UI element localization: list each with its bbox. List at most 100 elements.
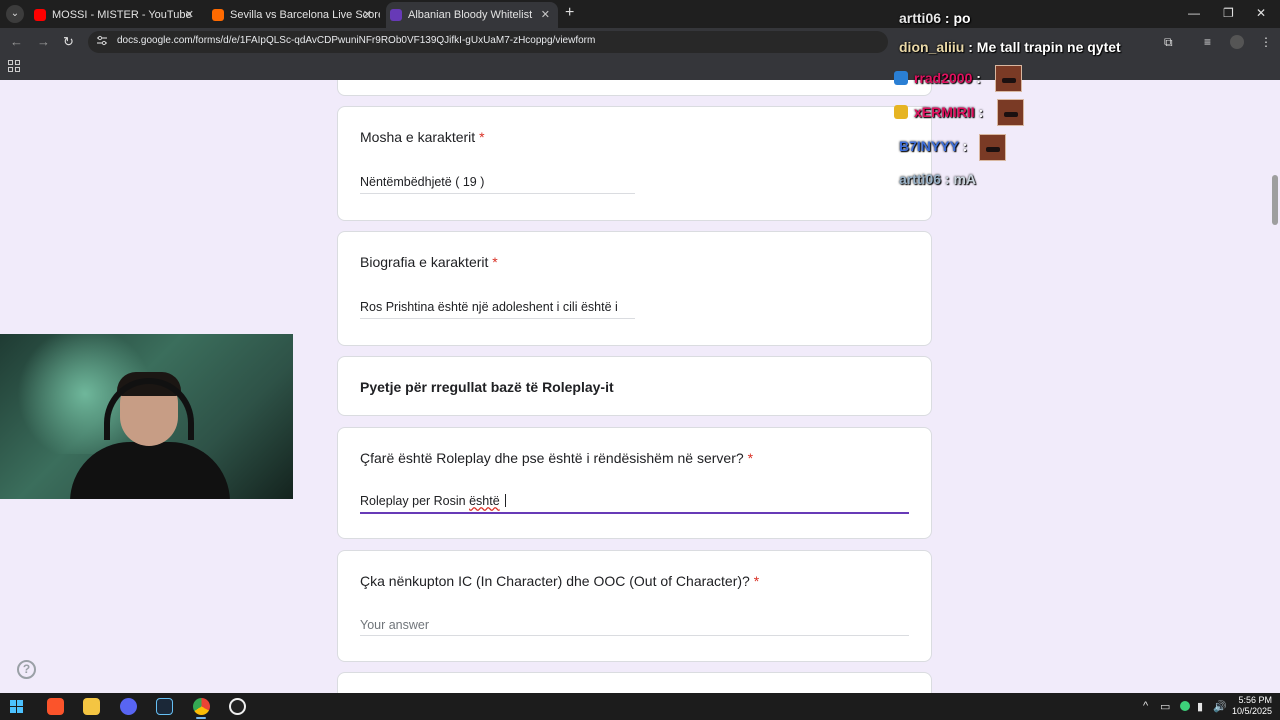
question-text: Çfarë është Roleplay dhe pse është i rën… <box>360 450 744 466</box>
chat-username: B7INYYY <box>899 138 959 154</box>
clock-time: 5:56 PM <box>1238 695 1272 705</box>
chat-separator: : <box>968 39 973 55</box>
chat-username: artti06 <box>899 10 942 26</box>
chat-separator: : <box>978 104 984 120</box>
chat-text: Me tall trapin ne qytet <box>976 39 1121 55</box>
close-icon[interactable]: ✕ <box>363 2 372 28</box>
chat-separator: : <box>976 70 981 86</box>
answer-input-ic-ooc[interactable]: Your answer <box>360 618 429 632</box>
answer-input-roleplay[interactable]: Roleplay per Rosin është <box>360 494 507 508</box>
volume-icon[interactable]: 🔊 <box>1213 700 1227 713</box>
address-bar[interactable]: docs.google.com/forms/d/e/1FAIpQLSc-qdAv… <box>88 31 888 53</box>
clock-date: 10/5/2025 <box>1231 706 1272 716</box>
question-title: Çka nënkupton IC (In Character) dhe OOC … <box>360 573 759 589</box>
youtube-icon <box>34 9 46 21</box>
misspelled-word: është <box>469 494 500 508</box>
browser-tabstrip: ⌄ MOSSI - MISTER - YouTube ✕ Sevilla vs … <box>0 0 1280 28</box>
chat-message: rrad2000 : <box>914 70 981 86</box>
input-underline <box>360 193 635 194</box>
reload-icon[interactable]: ↻ <box>63 34 74 50</box>
question-text: Biografia e karakterit <box>360 254 489 270</box>
chat-username: xERMIRII <box>914 104 975 120</box>
fivem-icon[interactable] <box>229 698 246 715</box>
question-card-biography: Biografia e karakterit * Ros Prishtina ë… <box>337 231 932 346</box>
question-card-ic-ooc: Çka nënkupton IC (In Character) dhe OOC … <box>337 550 932 662</box>
chat-message: B7INYYY : <box>899 138 967 154</box>
answer-input-age[interactable]: Nëntëmbëdhjetë ( 19 ) <box>360 175 484 189</box>
extensions-icon[interactable]: ⧉ <box>1164 35 1178 49</box>
help-icon[interactable]: ? <box>17 660 36 679</box>
prime-badge-icon <box>894 71 908 85</box>
chat-separator: : <box>944 171 950 187</box>
text-caret <box>505 494 507 507</box>
chat-text: po <box>953 10 971 26</box>
chrome-icon[interactable] <box>193 698 210 715</box>
question-title: Biografia e karakterit * <box>360 254 498 270</box>
apps-icon[interactable] <box>8 60 20 72</box>
taskbar-clock[interactable]: 5:56 PM 10/5/2025 <box>1232 695 1272 717</box>
input-underline <box>360 318 635 319</box>
page-scrollbar[interactable] <box>1272 175 1278 225</box>
section-header-card: Pyetje për rregullat bazë të Roleplay-it <box>337 356 932 416</box>
tab-google-form[interactable]: Albanian Bloody Whitelist ✕ <box>386 2 558 28</box>
windows-taskbar: ^ ▭ ▮ 🔊 5:56 PM 10/5/2025 <box>0 693 1280 720</box>
chat-separator: : <box>962 138 968 154</box>
minimize-icon[interactable]: — <box>1188 6 1200 20</box>
status-dot-icon[interactable] <box>1180 701 1190 711</box>
tab-search-button[interactable]: ⌄ <box>6 5 24 23</box>
emote-icon <box>995 65 1022 92</box>
livescore-icon <box>212 9 224 21</box>
answer-text-end <box>500 494 503 508</box>
bookmarks-bar <box>0 56 1280 80</box>
emote-icon <box>979 134 1006 161</box>
question-card-roleplay: Çfarë është Roleplay dhe pse është i rën… <box>337 427 932 539</box>
file-explorer-icon[interactable] <box>83 698 100 715</box>
window-close-icon[interactable]: ✕ <box>1256 6 1266 20</box>
chevron-up-icon[interactable]: ^ <box>1143 700 1148 712</box>
steam-icon[interactable] <box>156 698 173 715</box>
new-tab-button[interactable]: + <box>565 4 574 22</box>
tab-label: Sevilla vs Barcelona Live Scores <box>230 9 380 21</box>
windows-start-icon[interactable] <box>10 700 23 713</box>
webcam-overlay <box>0 334 293 499</box>
question-text: Çka nënkupton IC (In Character) dhe OOC … <box>360 573 750 589</box>
tab-youtube[interactable]: MOSSI - MISTER - YouTube ✕ <box>30 2 202 28</box>
section-title: Pyetje për rregullat bazë të Roleplay-it <box>360 379 614 395</box>
forward-icon[interactable]: → <box>37 34 50 49</box>
chat-message: artti06 : mA <box>899 171 976 187</box>
chat-username: artti06 <box>899 171 942 187</box>
site-info-icon[interactable] <box>96 35 108 47</box>
tray-app-icon[interactable]: ▭ <box>1160 700 1170 713</box>
emote-icon <box>997 99 1024 126</box>
question-title: Mosha e karakterit * <box>360 129 485 145</box>
input-underline <box>360 635 909 636</box>
tab-label: Albanian Bloody Whitelist <box>408 9 533 21</box>
back-icon[interactable]: ← <box>10 34 23 49</box>
close-icon[interactable]: ✕ <box>541 2 550 28</box>
answer-input-biography[interactable]: Ros Prishtina është një adoleshent i cil… <box>360 300 618 314</box>
answer-text: Roleplay per Rosin <box>360 494 470 508</box>
chat-username: rrad2000 <box>914 70 973 86</box>
brave-icon[interactable] <box>47 698 64 715</box>
media-icon[interactable]: ≡ <box>1204 35 1218 49</box>
required-asterisk: * <box>479 129 485 145</box>
chat-text: mA <box>953 171 977 187</box>
discord-icon[interactable] <box>120 698 137 715</box>
restore-icon[interactable]: ❐ <box>1223 6 1234 20</box>
active-app-indicator <box>196 717 206 719</box>
menu-icon[interactable]: ⋮ <box>1260 35 1274 49</box>
profile-avatar[interactable] <box>1230 35 1244 49</box>
close-icon[interactable]: ✕ <box>185 2 194 28</box>
google-forms-icon <box>390 9 402 21</box>
question-card-partial <box>337 80 932 96</box>
question-title: Çfarë është Roleplay dhe pse është i rën… <box>360 450 753 466</box>
chat-message: artti06 : po <box>899 10 971 26</box>
crown-badge-icon <box>894 105 908 119</box>
required-asterisk: * <box>747 450 754 466</box>
microphone-icon[interactable]: ▮ <box>1197 700 1203 713</box>
tab-livescore[interactable]: Sevilla vs Barcelona Live Scores ✕ <box>208 2 380 28</box>
url-text: docs.google.com/forms/d/e/1FAIpQLSc-qdAv… <box>117 35 596 46</box>
tab-label: MOSSI - MISTER - YouTube <box>52 9 192 21</box>
required-asterisk: * <box>753 573 760 589</box>
input-underline-focused <box>360 512 909 514</box>
